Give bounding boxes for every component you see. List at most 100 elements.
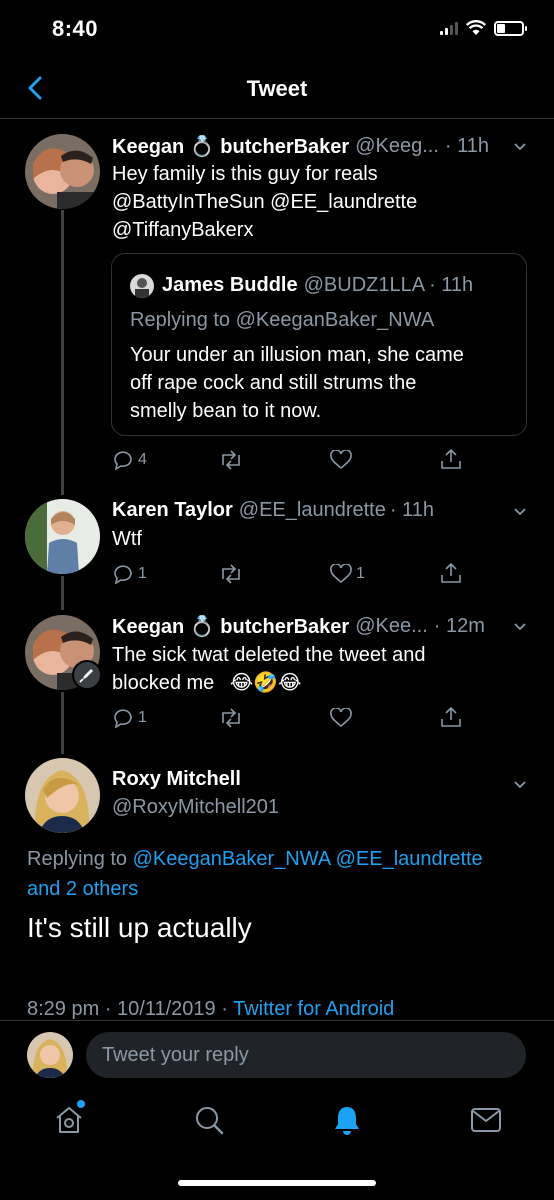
main-tweet-text: It's still up actually	[27, 912, 252, 943]
quote-time: · 11h	[429, 274, 474, 296]
replying-mentions[interactable]: @KeeganBaker_NWA @EE_laundrette	[133, 848, 483, 870]
author-handle: @Kee...	[355, 615, 428, 637]
tweet-text: The sick twat deleted the tweet and	[112, 644, 426, 666]
new-content-dot	[77, 1100, 85, 1108]
quote-replying-to: Replying to @KeeganBaker_NWA	[130, 309, 434, 332]
avatar[interactable]	[25, 499, 100, 574]
nav-messages[interactable]	[470, 1106, 502, 1134]
reply-input[interactable]	[86, 1032, 526, 1078]
retweet-icon	[222, 708, 240, 728]
reply-icon	[114, 565, 132, 584]
share-button[interactable]	[440, 448, 462, 470]
tweet-header: Keegan 💍 butcherBaker @Kee... · 12m	[112, 614, 485, 639]
like-icon	[330, 450, 352, 470]
avatar	[130, 274, 154, 298]
reply-button[interactable]: 1	[112, 708, 147, 728]
caret-icon[interactable]	[512, 503, 528, 519]
notifications-icon	[335, 1107, 359, 1135]
share-icon	[441, 706, 461, 727]
home-icon	[56, 1107, 82, 1133]
caret-icon[interactable]	[512, 138, 528, 154]
quote-text-line: Your under an illusion man, she came	[130, 344, 464, 366]
tweet-time: · 11h	[389, 499, 434, 521]
author-name[interactable]: Karen Taylor	[112, 499, 233, 522]
header-divider	[0, 118, 554, 119]
share-icon	[441, 562, 461, 583]
quote-author-handle: @BUDZ1LLA	[303, 274, 426, 296]
reply-count: 4	[138, 451, 147, 468]
mention-link[interactable]: @TiffanyBakerx	[112, 216, 253, 244]
caret-icon[interactable]	[512, 618, 528, 634]
tweet-header: Keegan 💍 butcherBaker @Keeg... · 11h	[112, 134, 489, 159]
reply-icon	[114, 709, 132, 728]
like-count: 1	[356, 565, 365, 582]
avatar[interactable]	[25, 134, 100, 209]
thread-line	[61, 576, 64, 610]
status-time: 8:40	[52, 16, 99, 41]
thread-line	[61, 210, 64, 495]
emoji: 😂🤣😂	[229, 672, 302, 694]
nav-home[interactable]	[53, 1100, 85, 1136]
thread-line	[61, 692, 64, 754]
retweet-button[interactable]	[218, 708, 244, 728]
reply-button[interactable]: 4	[112, 450, 147, 470]
like-button[interactable]	[330, 708, 352, 728]
tweet-text: Hey family is this guy for reals	[112, 163, 378, 185]
mention-links[interactable]: @BattyInTheSun @EE_laundrette	[112, 188, 417, 216]
author-handle: @EE_laundrette	[238, 499, 386, 521]
retweet-icon	[222, 564, 240, 584]
quote-text-line: smelly bean to it now.	[130, 400, 322, 422]
author-handle: @Keeg...	[355, 135, 439, 157]
page-title: Tweet	[246, 76, 308, 101]
reply-count: 1	[138, 709, 147, 726]
retweet-button[interactable]	[218, 450, 244, 470]
avatar[interactable]	[25, 758, 100, 833]
quote-author-name: James Buddle	[162, 274, 298, 296]
tweet-timestamp: 8:29 pm · 10/11/2019 ·	[27, 998, 228, 1020]
tweet-source[interactable]: Twitter for Android	[233, 998, 394, 1020]
quote-header: James Buddle @BUDZ1LLA · 11h	[162, 274, 473, 297]
home-indicator	[178, 1180, 376, 1186]
reply-avatar[interactable]	[27, 1032, 73, 1078]
reply-icon	[114, 451, 132, 470]
tweet-header: Karen Taylor @EE_laundrette · 11h	[112, 499, 434, 522]
messages-icon	[471, 1108, 501, 1132]
tweet-text: blocked me 😂🤣😂	[112, 669, 301, 697]
replying-prefix: Replying to	[130, 309, 231, 331]
share-button[interactable]	[440, 562, 462, 584]
reply-count: 1	[138, 565, 147, 582]
author-name[interactable]: Keegan 💍 butcherBaker	[112, 614, 349, 639]
quote-text-line: off rape cock and still strums the	[130, 372, 417, 394]
main-author-name[interactable]: Roxy Mitchell	[112, 768, 241, 791]
retweet-icon	[222, 450, 240, 470]
replying-to: Replying to @KeeganBaker_NWA @EE_laundre…	[27, 844, 483, 874]
author-name[interactable]: Keegan 💍 butcherBaker	[112, 134, 349, 159]
like-button[interactable]: 1	[330, 564, 365, 584]
share-icon	[441, 448, 461, 469]
nav-search[interactable]	[193, 1104, 225, 1136]
replying-prefix: Replying to	[27, 848, 128, 870]
tweet-time: · 12m	[433, 615, 485, 637]
tweet-text: Wtf	[112, 528, 142, 550]
search-icon	[196, 1107, 224, 1135]
tweet-time: · 11h	[444, 135, 489, 157]
caret-icon[interactable]	[512, 776, 528, 792]
reply-button[interactable]: 1	[112, 564, 147, 584]
battery-icon	[494, 20, 527, 36]
retweet-button[interactable]	[218, 564, 244, 584]
tweet-meta: 8:29 pm · 10/11/2019 · Twitter for Andro…	[27, 998, 394, 1021]
replying-others[interactable]: and 2 others	[27, 874, 138, 904]
share-button[interactable]	[440, 706, 462, 728]
voice-badge	[72, 660, 102, 690]
status-icons	[440, 20, 527, 36]
reply-input-container[interactable]	[86, 1032, 526, 1078]
wifi-icon	[466, 20, 486, 35]
nav-notifications[interactable]	[331, 1104, 363, 1136]
tweet-text-line: blocked me	[112, 672, 215, 694]
signal-icon	[440, 21, 458, 35]
like-icon	[330, 564, 352, 584]
like-icon	[330, 708, 352, 728]
microphone-icon	[79, 669, 93, 683]
like-button[interactable]	[330, 450, 352, 470]
reply-divider	[0, 1020, 554, 1021]
